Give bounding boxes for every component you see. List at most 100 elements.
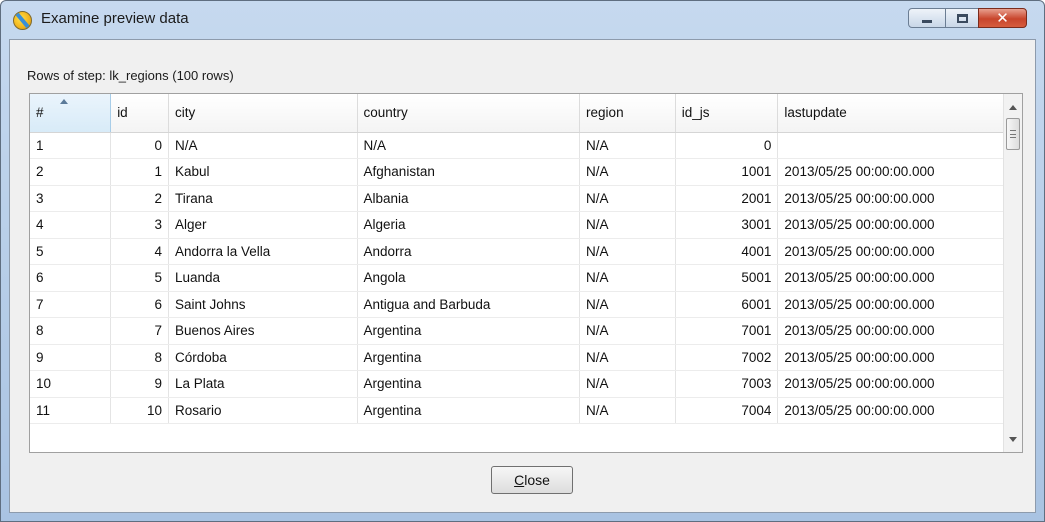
cell-region[interactable]: N/A (579, 344, 676, 371)
table-row[interactable]: 2 1 Kabul Afghanistan N/A 1001 2013/05/25 00:0… (30, 158, 1022, 186)
cell-row-number[interactable]: 7 (30, 291, 112, 318)
cell-id[interactable]: 10 (110, 397, 169, 424)
cell-id[interactable]: 2 (110, 185, 169, 212)
cell-city[interactable]: N/A (168, 132, 358, 159)
cell-country[interactable]: Albania (357, 185, 581, 212)
cell-city[interactable]: La Plata (168, 370, 358, 398)
cell-row-number[interactable]: 2 (30, 158, 112, 186)
column-header-row-number[interactable]: # (30, 94, 112, 133)
cell-row-number[interactable]: 4 (30, 211, 112, 239)
cell-lastupdate[interactable]: 2013/05/25 00:00:00.000 (777, 264, 1022, 292)
cell-id-js[interactable]: 3001 (675, 211, 779, 239)
cell-id-js[interactable]: 7003 (675, 370, 779, 398)
cell-id[interactable]: 3 (110, 211, 169, 239)
cell-lastupdate[interactable]: 2013/05/25 00:00:00.000 (777, 238, 1022, 265)
cell-city[interactable]: Andorra la Vella (168, 238, 358, 265)
scroll-thumb[interactable] (1006, 118, 1020, 150)
cell-city[interactable]: Rosario (168, 397, 358, 424)
cell-id[interactable]: 6 (110, 291, 169, 318)
cell-region[interactable]: N/A (579, 158, 676, 186)
cell-id[interactable]: 8 (110, 344, 169, 371)
cell-id[interactable]: 1 (110, 158, 169, 186)
cell-region[interactable]: N/A (579, 264, 676, 292)
table-row[interactable]: 6 5 Luanda Angola N/A 5001 2013/05/25 00:00:00… (30, 264, 1022, 292)
table-row[interactable]: 5 4 Andorra la Vella Andorra N/A 4001 2013/05/… (30, 238, 1022, 265)
cell-lastupdate[interactable]: 2013/05/25 00:00:00.000 (777, 397, 1022, 424)
cell-city[interactable]: Luanda (168, 264, 358, 292)
cell-city[interactable]: Saint Johns (168, 291, 358, 318)
cell-city[interactable]: Tirana (168, 185, 358, 212)
table-row[interactable]: 3 2 Tirana Albania N/A 2001 2013/05/25 00:00:0… (30, 185, 1022, 212)
scroll-up-button[interactable] (1004, 98, 1022, 116)
cell-id-js[interactable]: 1001 (675, 158, 779, 186)
cell-region[interactable]: N/A (579, 132, 676, 159)
cell-row-number[interactable]: 10 (30, 370, 112, 398)
cell-lastupdate[interactable]: 2013/05/25 00:00:00.000 (777, 344, 1022, 371)
cell-city[interactable]: Kabul (168, 158, 358, 186)
cell-city[interactable]: Buenos Aires (168, 317, 358, 345)
cell-id-js[interactable]: 2001 (675, 185, 779, 212)
table-row[interactable]: 8 7 Buenos Aires Argentina N/A 7001 2013/05/25… (30, 317, 1022, 345)
table-row[interactable]: 9 8 Córdoba Argentina N/A 7002 2013/05/25 00:0… (30, 344, 1022, 371)
cell-region[interactable]: N/A (579, 238, 676, 265)
cell-lastupdate[interactable]: 2013/05/25 00:00:00.000 (777, 317, 1022, 345)
table-row[interactable]: 11 10 Rosario Argentina N/A 7004 2013/05/25 00… (30, 397, 1022, 424)
cell-country[interactable]: Afghanistan (357, 158, 581, 186)
cell-row-number[interactable]: 1 (30, 132, 112, 159)
minimize-button[interactable] (908, 8, 946, 28)
cell-country[interactable]: Algeria (357, 211, 581, 239)
cell-lastupdate[interactable]: 2013/05/25 00:00:00.000 (777, 291, 1022, 318)
column-header-region[interactable]: region (579, 94, 676, 133)
cell-row-number[interactable]: 5 (30, 238, 112, 265)
maximize-button[interactable] (945, 8, 979, 28)
cell-id[interactable]: 5 (110, 264, 169, 292)
scroll-down-button[interactable] (1004, 430, 1022, 448)
cell-lastupdate[interactable]: 2013/05/25 00:00:00.000 (777, 185, 1022, 212)
column-header-id[interactable]: id (110, 94, 169, 133)
cell-country[interactable]: Antigua and Barbuda (357, 291, 581, 318)
title-bar[interactable]: Examine preview data ✕ (1, 1, 1044, 39)
cell-row-number[interactable]: 8 (30, 317, 112, 345)
cell-country[interactable]: Argentina (357, 370, 581, 398)
close-button[interactable]: Close (491, 466, 573, 494)
cell-city[interactable]: Alger (168, 211, 358, 239)
cell-id-js[interactable]: 6001 (675, 291, 779, 318)
cell-id-js[interactable]: 7002 (675, 344, 779, 371)
cell-region[interactable]: N/A (579, 185, 676, 212)
cell-country[interactable]: Argentina (357, 344, 581, 371)
cell-country[interactable]: Argentina (357, 317, 581, 345)
table-row[interactable]: 4 3 Alger Algeria N/A 3001 2013/05/25 00:00:00… (30, 211, 1022, 239)
cell-lastupdate[interactable] (777, 132, 1022, 159)
column-header-id-js[interactable]: id_js (675, 94, 779, 133)
table-row[interactable]: 7 6 Saint Johns Antigua and Barbuda N/A 6001 2… (30, 291, 1022, 318)
cell-region[interactable]: N/A (579, 291, 676, 318)
column-header-country[interactable]: country (357, 94, 581, 133)
cell-row-number[interactable]: 6 (30, 264, 112, 292)
cell-country[interactable]: Andorra (357, 238, 581, 265)
cell-region[interactable]: N/A (579, 397, 676, 424)
cell-lastupdate[interactable]: 2013/05/25 00:00:00.000 (777, 370, 1022, 398)
cell-row-number[interactable]: 9 (30, 344, 112, 371)
cell-id-js[interactable]: 7001 (675, 317, 779, 345)
cell-region[interactable]: N/A (579, 317, 676, 345)
cell-row-number[interactable]: 3 (30, 185, 112, 212)
column-header-lastupdate[interactable]: lastupdate (777, 94, 1022, 133)
cell-country[interactable]: Angola (357, 264, 581, 292)
cell-lastupdate[interactable]: 2013/05/25 00:00:00.000 (777, 158, 1022, 186)
cell-country[interactable]: N/A (357, 132, 581, 159)
cell-id[interactable]: 4 (110, 238, 169, 265)
cell-city[interactable]: Córdoba (168, 344, 358, 371)
cell-id-js[interactable]: 5001 (675, 264, 779, 292)
table-row[interactable]: 1 0 N/A N/A N/A 0 (30, 132, 1022, 159)
cell-row-number[interactable]: 11 (30, 397, 112, 424)
table-row[interactable]: 10 9 La Plata Argentina N/A 7003 2013/05/25 00… (30, 370, 1022, 398)
cell-id-js[interactable]: 0 (675, 132, 779, 159)
cell-id[interactable]: 9 (110, 370, 169, 398)
column-header-city[interactable]: city (168, 94, 358, 133)
cell-id-js[interactable]: 4001 (675, 238, 779, 265)
cell-id[interactable]: 7 (110, 317, 169, 345)
cell-lastupdate[interactable]: 2013/05/25 00:00:00.000 (777, 211, 1022, 239)
cell-id[interactable]: 0 (110, 132, 169, 159)
window-close-button[interactable]: ✕ (978, 8, 1027, 28)
cell-country[interactable]: Argentina (357, 397, 581, 424)
